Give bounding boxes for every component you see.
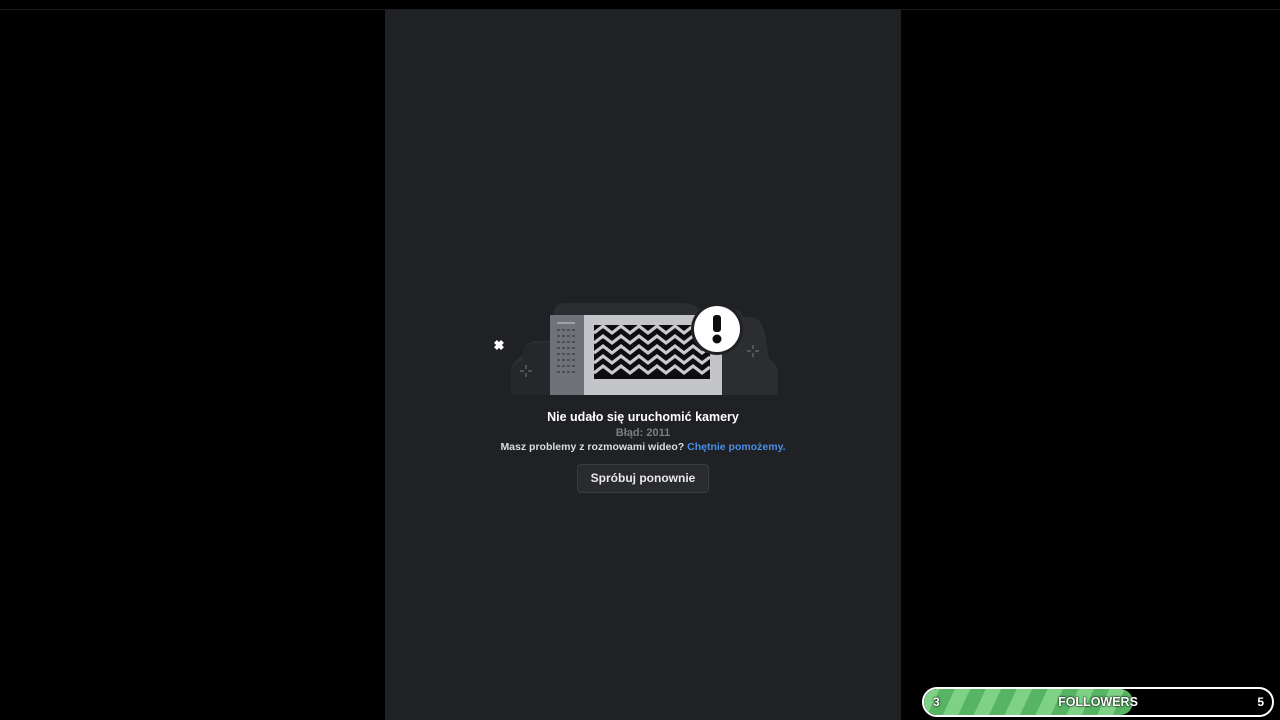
camera-error: Nie udało się uruchomić kamery Błąd: 201… [385, 293, 901, 493]
help-link[interactable]: Chętnie pomożemy. [687, 441, 785, 453]
broken-camera-illustration [494, 303, 778, 395]
error-code: Błąd: 2011 [615, 427, 671, 439]
retry-button[interactable]: Spróbuj ponownie [576, 464, 710, 493]
error-title: Nie udało się uruchomić kamery [547, 410, 739, 424]
error-help-text: Masz problemy z rozmowami wideo? [500, 441, 685, 453]
followers-label: FOLLOWERS [1058, 695, 1138, 709]
followers-goal: 5 [1257, 695, 1264, 709]
error-help: Masz problemy z rozmowami wideo? Chętnie… [385, 440, 901, 454]
followers-goal-bar: FOLLOWERS 3 5 [922, 687, 1274, 717]
video-panel: Nie udało się uruchomić kamery Błąd: 201… [385, 10, 901, 720]
followers-current: 3 [933, 695, 940, 709]
